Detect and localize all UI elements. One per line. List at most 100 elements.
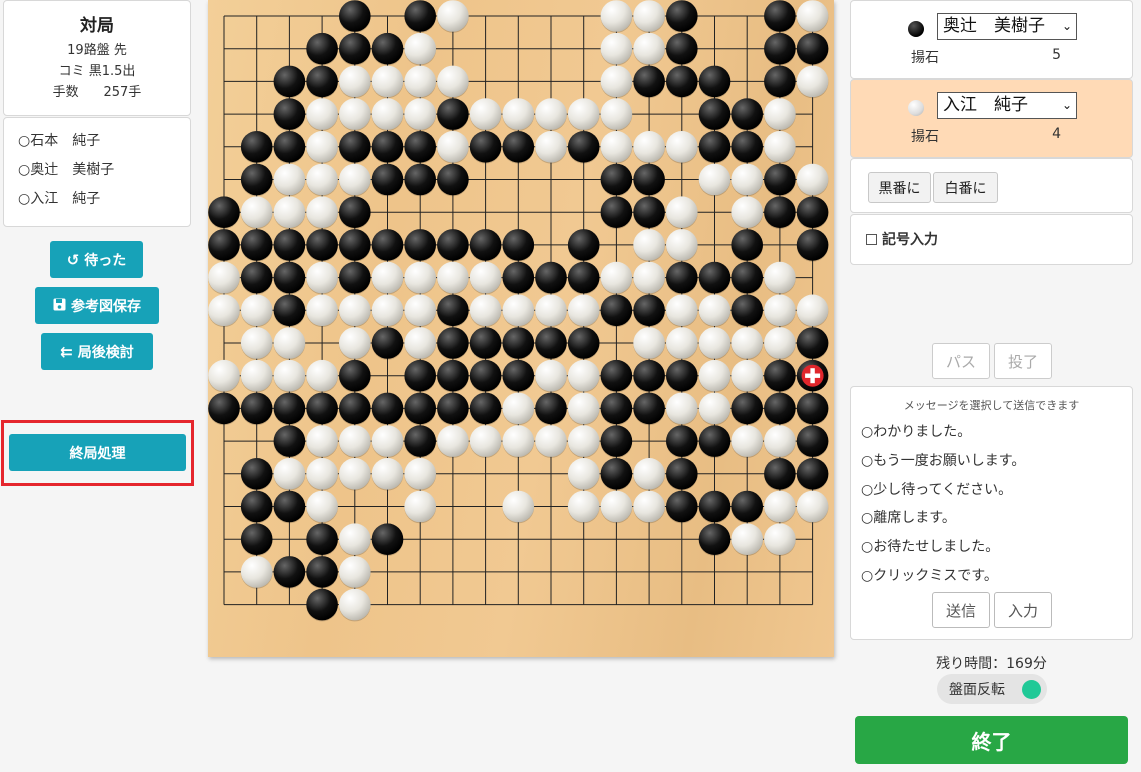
white-stone bbox=[600, 65, 633, 99]
white-stone bbox=[764, 131, 796, 164]
chevron-down-icon: ⌄ bbox=[1061, 98, 1072, 112]
white-stone bbox=[371, 65, 404, 99]
white-stone bbox=[535, 131, 567, 164]
white-stone bbox=[208, 261, 240, 295]
white-stone bbox=[764, 523, 796, 556]
black-stone bbox=[698, 261, 731, 295]
black-stone bbox=[339, 229, 371, 262]
notation-toggle[interactable]: 記号入力 bbox=[866, 229, 938, 249]
undo-button[interactable]: ↺ 待った bbox=[50, 241, 143, 278]
black-turn-button[interactable]: 黒番に bbox=[868, 172, 931, 203]
end-processing-button[interactable]: 終局処理 bbox=[9, 434, 186, 471]
pass-button[interactable]: パス bbox=[932, 343, 990, 379]
white-player-select[interactable]: 入江 純子 ⌄ bbox=[937, 92, 1077, 119]
message-card: メッセージを選択して送信できます ○わかりました。 ○もう一度お願いします。 ○… bbox=[850, 386, 1133, 640]
white-stone bbox=[404, 65, 436, 99]
white-stone bbox=[633, 0, 665, 33]
black-stone bbox=[240, 392, 273, 426]
white-stone bbox=[339, 65, 371, 99]
message-option[interactable]: ○クリックミスです。 bbox=[861, 565, 998, 585]
message-header: メッセージを選択して送信できます bbox=[903, 399, 1080, 412]
white-stone bbox=[273, 163, 306, 197]
message-option[interactable]: ○お待たせしました。 bbox=[861, 536, 999, 556]
black-stone bbox=[404, 392, 436, 426]
white-stone bbox=[273, 359, 306, 393]
white-stone bbox=[731, 523, 763, 556]
white-stone bbox=[633, 458, 665, 491]
black-stone bbox=[371, 131, 404, 164]
message-option[interactable]: ○少し待ってください。 bbox=[861, 479, 1012, 499]
players-list: ○石本 純子 ○奥辻 美樹子 ○入江 純子 bbox=[3, 117, 191, 227]
white-stone bbox=[371, 294, 404, 328]
send-button[interactable]: 送信 bbox=[932, 592, 990, 628]
white-stone bbox=[796, 490, 829, 524]
black-stone bbox=[502, 261, 535, 295]
black-stone bbox=[437, 327, 469, 360]
black-stone bbox=[273, 229, 306, 262]
white-stone bbox=[698, 392, 731, 426]
black-stone bbox=[469, 327, 502, 360]
white-stone bbox=[731, 425, 763, 458]
black-stone bbox=[469, 392, 502, 426]
black-stone bbox=[371, 32, 404, 66]
message-option[interactable]: ○もう一度お願いします。 bbox=[861, 450, 1025, 470]
white-stone bbox=[698, 327, 731, 360]
black-stone bbox=[339, 261, 371, 295]
white-stone bbox=[600, 490, 633, 524]
black-stone bbox=[666, 490, 698, 524]
save-reference-button[interactable]: 参考図保存 bbox=[35, 287, 159, 324]
board-size: 19路盤 先 bbox=[67, 43, 127, 58]
white-stone bbox=[339, 458, 371, 491]
flip-board-toggle[interactable]: 盤面反転 bbox=[937, 674, 1047, 704]
board-grid[interactable] bbox=[208, 0, 834, 657]
white-turn-button[interactable]: 白番に bbox=[933, 172, 998, 203]
white-stone bbox=[567, 425, 600, 458]
message-option[interactable]: ○離席します。 bbox=[861, 507, 956, 527]
white-stone bbox=[339, 163, 371, 197]
white-stone bbox=[666, 131, 698, 164]
black-stone bbox=[240, 458, 273, 491]
black-stone bbox=[698, 65, 731, 99]
black-stone bbox=[273, 556, 306, 589]
player-list-item: ○石本 純子 bbox=[18, 133, 101, 149]
notation-card: 記号入力 bbox=[850, 214, 1133, 265]
input-button[interactable]: 入力 bbox=[994, 592, 1052, 628]
black-stone bbox=[371, 392, 404, 426]
black-player-card: 奥辻 美樹子 ⌄ 揚石 5 bbox=[850, 0, 1133, 79]
black-player-select[interactable]: 奥辻 美樹子 ⌄ bbox=[937, 13, 1077, 40]
undo-icon: ↺ bbox=[66, 250, 80, 269]
black-stone bbox=[273, 425, 306, 458]
black-stone bbox=[371, 523, 404, 556]
black-stone bbox=[306, 392, 338, 426]
black-stone bbox=[600, 196, 633, 229]
black-stone bbox=[339, 32, 371, 66]
notation-checkbox[interactable] bbox=[866, 233, 877, 245]
black-stone bbox=[666, 458, 698, 491]
white-stone bbox=[339, 327, 371, 360]
resign-button[interactable]: 投了 bbox=[994, 343, 1052, 379]
black-stone bbox=[502, 359, 535, 393]
black-stone bbox=[731, 261, 763, 295]
black-stone bbox=[306, 523, 338, 556]
white-stone bbox=[273, 458, 306, 491]
white-stone bbox=[666, 327, 698, 360]
message-option[interactable]: ○わかりました。 bbox=[861, 421, 971, 441]
white-stone bbox=[404, 458, 436, 491]
white-stone bbox=[633, 229, 665, 262]
black-stone bbox=[535, 392, 567, 426]
white-stone bbox=[306, 425, 338, 458]
black-stone bbox=[502, 131, 535, 164]
review-button[interactable]: ⇇ 局後検討 bbox=[41, 333, 153, 370]
white-stone bbox=[306, 490, 338, 524]
black-stone bbox=[371, 163, 404, 197]
finish-button[interactable]: 終了 bbox=[855, 716, 1128, 764]
black-stone bbox=[240, 131, 273, 164]
notation-label: 記号入力 bbox=[882, 232, 938, 248]
white-stone bbox=[339, 98, 371, 131]
white-stone bbox=[535, 425, 567, 458]
black-stone bbox=[600, 294, 633, 328]
go-board[interactable] bbox=[208, 0, 834, 657]
white-stone bbox=[240, 196, 273, 229]
black-stone bbox=[306, 65, 338, 99]
black-stone bbox=[633, 359, 665, 393]
